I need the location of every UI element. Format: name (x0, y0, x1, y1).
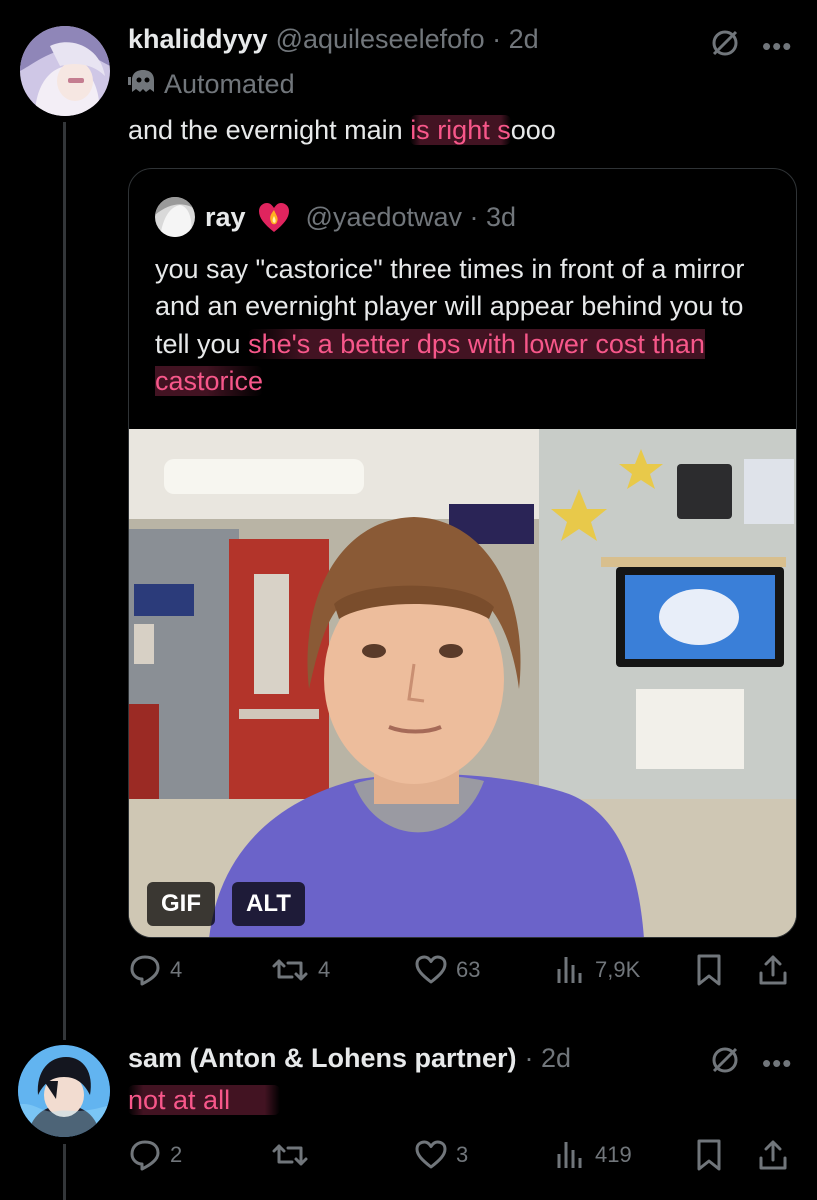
views-icon (553, 953, 587, 987)
share-button[interactable] (756, 1138, 790, 1172)
ghost-icon (128, 68, 158, 101)
quoted-handle-time[interactable]: @yaedotwav · 3d (306, 202, 517, 233)
tweet-header: sam (Anton & Lohens partner) · 2d (128, 1043, 571, 1074)
tweet-actions: 2 3 419 (128, 1138, 797, 1178)
tweet-header: khaliddyyy @aquileseelefofo · 2d (128, 24, 539, 55)
like-button[interactable]: 63 (414, 953, 480, 987)
tweet-actions: 4 4 63 7,9K (128, 953, 797, 993)
tweet-text: and the evernight main is right sooo (128, 113, 556, 148)
reply-icon (128, 953, 162, 987)
quoted-tweet-text: you say "castorice" three times in front… (155, 251, 775, 400)
automated-label: Automated (128, 68, 295, 101)
tweet-header-actions: ••• (710, 1045, 792, 1080)
tweet-header-actions: ••• (710, 28, 792, 63)
quoted-tweet-header: ray @yaedotwav · 3d (155, 197, 516, 237)
views-button[interactable]: 7,9K (553, 953, 640, 987)
gif-media[interactable] (129, 429, 796, 937)
like-icon (414, 953, 448, 987)
repost-icon (270, 1138, 310, 1172)
avatar[interactable] (18, 1045, 110, 1137)
like-count: 63 (456, 957, 481, 982)
repost-button[interactable]: 4 (270, 953, 330, 987)
avatar[interactable] (20, 26, 110, 116)
handle-time[interactable]: @aquileseelefofo · 2d (276, 24, 539, 55)
share-icon (756, 1138, 790, 1172)
more-icon[interactable]: ••• (762, 33, 792, 59)
gif-badge[interactable]: GIF (147, 882, 215, 926)
bookmark-icon (694, 1138, 724, 1172)
display-name[interactable]: sam (Anton & Lohens partner) (128, 1043, 517, 1074)
reply-button[interactable]: 4 (128, 953, 182, 987)
repost-count: 4 (318, 957, 331, 982)
tweet-text-highlight: is right s (410, 115, 511, 145)
reply-button[interactable]: 2 (128, 1138, 182, 1172)
gif-image (129, 429, 796, 937)
bookmark-button[interactable] (694, 953, 724, 987)
like-icon (414, 1138, 448, 1172)
repost-button[interactable] (270, 1138, 318, 1172)
tweet-text-tail: ooo (510, 115, 556, 145)
like-button[interactable]: 3 (414, 1138, 468, 1172)
alt-badge[interactable]: ALT (232, 882, 305, 926)
quoted-display-name[interactable]: ray (205, 202, 246, 233)
handle-time[interactable]: · 2d (525, 1043, 572, 1074)
repost-icon (270, 953, 310, 987)
more-icon[interactable]: ••• (762, 1050, 792, 1076)
tweet-text: not at all (128, 1083, 281, 1118)
views-icon (553, 1138, 587, 1172)
tweet-text-plain: and the evernight main (128, 115, 411, 145)
heart-fire-emoji (256, 200, 292, 234)
reply-count: 4 (170, 957, 183, 982)
views-count: 419 (595, 1142, 632, 1167)
tweet-text-highlight: not at all (128, 1085, 281, 1115)
mute-icon[interactable] (710, 1045, 740, 1080)
share-button[interactable] (756, 953, 790, 987)
like-count: 3 (456, 1142, 469, 1167)
views-button[interactable]: 419 (553, 1138, 632, 1172)
mute-icon[interactable] (710, 28, 740, 63)
views-count: 7,9K (595, 957, 641, 982)
bookmark-icon (694, 953, 724, 987)
reply-count: 2 (170, 1142, 183, 1167)
thread-line (63, 122, 66, 1040)
display-name[interactable]: khaliddyyy (128, 24, 268, 55)
quoted-avatar[interactable] (155, 197, 195, 237)
thread-line-bottom (63, 1144, 66, 1200)
reply-icon (128, 1138, 162, 1172)
automated-text: Automated (164, 69, 295, 99)
quoted-tweet[interactable]: ray @yaedotwav · 3d you say "castorice" … (128, 168, 797, 938)
share-icon (756, 953, 790, 987)
bookmark-button[interactable] (694, 1138, 724, 1172)
